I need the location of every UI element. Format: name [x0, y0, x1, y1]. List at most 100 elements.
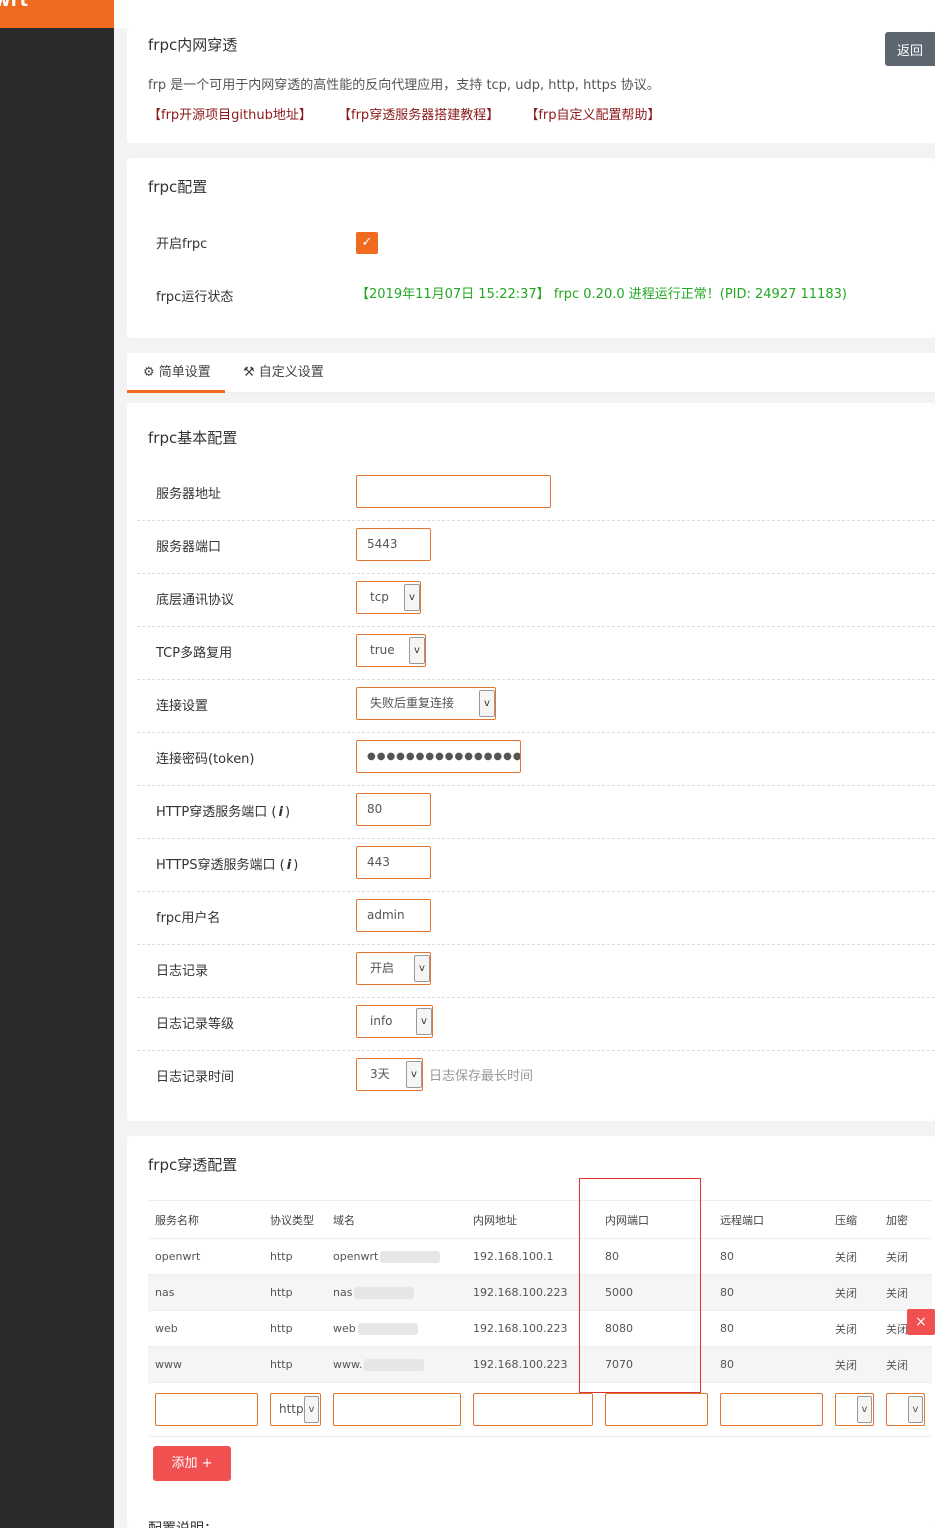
tab-simple-label: 简单设置: [158, 365, 211, 380]
proxy-config-title: frpc穿透配置: [148, 1156, 238, 1174]
proxy-table: 服务名称 协议类型 域名 内网地址 内网端口 远程端口 压缩 加密 openwr…: [148, 1200, 932, 1437]
cell-local-ip: 192.168.100.223: [466, 1346, 598, 1383]
top-bar: [114, 0, 935, 28]
token-input[interactable]: ●●●●●●●●●●●●●●●●: [356, 740, 521, 773]
cell-remote-port: 80: [713, 1238, 828, 1275]
cell-name: openwrt: [148, 1238, 263, 1275]
server-tutorial-link[interactable]: 【frp穿透服务器搭建教程】: [338, 104, 499, 123]
status-label: frpc运行状态: [156, 290, 234, 305]
token-row: 连接密码(token) ●●●●●●●●●●●●●●●●: [137, 733, 935, 786]
table-row: openwrt http openwrt 192.168.100.1 80 80…: [148, 1238, 932, 1275]
add-proxy-button[interactable]: 添加 +: [153, 1446, 231, 1481]
http-port-label-text: HTTP穿透服务端口 (: [156, 805, 277, 820]
server-port-input[interactable]: 5443: [356, 528, 431, 561]
https-port-label: HTTPS穿透服务端口 (i): [156, 839, 298, 892]
tcp-mux-label: TCP多路复用: [156, 646, 233, 661]
tcp-mux-value: true: [370, 643, 395, 657]
chevron-down-icon: v: [479, 690, 495, 717]
col-compress: 压缩: [828, 1200, 879, 1239]
chevron-down-icon: v: [857, 1396, 872, 1423]
new-encrypt-select[interactable]: v: [886, 1393, 925, 1426]
cell-encrypt: 关闭: [879, 1274, 932, 1311]
protocol-row: 底层通讯协议 tcp v: [137, 574, 935, 627]
log-select[interactable]: 开启 v: [356, 952, 431, 985]
col-name: 服务名称: [148, 1200, 263, 1239]
back-button[interactable]: 返回: [885, 32, 935, 66]
col-domain: 域名: [326, 1200, 466, 1239]
logo[interactable]: wrt: [0, 0, 114, 28]
log-row: 日志记录 开启 v: [137, 945, 935, 998]
tab-custom-settings[interactable]: ⚒ 自定义设置: [243, 353, 324, 393]
new-name-input[interactable]: [155, 1393, 258, 1426]
cell-domain: openwrt: [326, 1238, 466, 1275]
cell-domain: web: [326, 1310, 466, 1347]
http-port-input[interactable]: 80: [356, 793, 431, 826]
tab-simple-settings[interactable]: ⚙ 简单设置: [127, 353, 225, 393]
new-local-port-input[interactable]: [605, 1393, 708, 1426]
table-row: nas http nas 192.168.100.223 5000 80 关闭 …: [148, 1274, 932, 1311]
domain-text: www.: [333, 1358, 363, 1371]
custom-config-help-link[interactable]: 【frp自定义配置帮助】: [525, 104, 660, 123]
new-type-select[interactable]: http v: [270, 1393, 321, 1426]
github-link[interactable]: 【frp开源项目github地址】: [148, 104, 312, 123]
log-days-value: 3天: [370, 1067, 390, 1081]
info-icon[interactable]: i: [287, 839, 291, 892]
gear-icon: ⚙: [143, 365, 155, 380]
redacted-area: [354, 1287, 415, 1299]
enable-row: 开启frpc ✓: [137, 218, 935, 271]
new-compress-select[interactable]: v: [835, 1393, 874, 1426]
intro-card: frpc内网穿透 frp 是一个可用于内网穿透的高性能的反向代理应用，支持 tc…: [127, 28, 935, 143]
frpc-config-title: frpc配置: [148, 178, 208, 196]
cell-local-ip: 192.168.100.223: [466, 1310, 598, 1347]
enable-label: 开启frpc: [156, 237, 208, 252]
domain-text: web: [333, 1322, 356, 1335]
info-icon[interactable]: i: [278, 786, 282, 839]
col-type: 协议类型: [263, 1200, 326, 1239]
connect-select[interactable]: 失败后重复连接 v: [356, 687, 496, 720]
table-row: www http www. 192.168.100.223 7070 80 关闭…: [148, 1346, 932, 1383]
settings-tabs: ⚙ 简单设置 ⚒ 自定义设置: [127, 353, 935, 393]
new-local-ip-input[interactable]: [473, 1393, 593, 1426]
new-remote-port-input[interactable]: [720, 1393, 823, 1426]
log-days-select[interactable]: 3天 v: [356, 1058, 423, 1091]
status-text: 【2019年11月07日 15:22:37】 frpc 0.20.0 进程运行正…: [356, 287, 847, 302]
cell-name: nas: [148, 1274, 263, 1311]
new-domain-input[interactable]: [333, 1393, 461, 1426]
enable-checkbox[interactable]: ✓: [356, 232, 378, 254]
cell-type: http: [263, 1346, 326, 1383]
https-port-label-close: ): [293, 858, 299, 873]
intro-description: frp 是一个可用于内网穿透的高性能的反向代理应用，支持 tcp, udp, h…: [148, 78, 660, 93]
cell-name: web: [148, 1310, 263, 1347]
col-local-ip: 内网地址: [466, 1200, 598, 1239]
connect-label: 连接设置: [156, 699, 209, 714]
redacted-area: [357, 1323, 418, 1335]
user-input[interactable]: admin: [356, 899, 431, 932]
config-note-title: 配置说明：: [148, 1518, 218, 1528]
cell-local-port: 8080: [598, 1310, 713, 1347]
log-level-select[interactable]: info v: [356, 1005, 433, 1038]
https-port-input[interactable]: 443: [356, 846, 431, 879]
cell-type: http: [263, 1310, 326, 1347]
cell-local-port: 80: [598, 1238, 713, 1275]
new-proxy-row: http v v v: [148, 1382, 932, 1437]
server-port-label: 服务器端口: [156, 540, 222, 555]
cell-compress: 关闭: [828, 1346, 879, 1383]
server-addr-input[interactable]: [356, 475, 551, 508]
chevron-down-icon: v: [304, 1396, 319, 1423]
user-label: frpc用户名: [156, 911, 221, 926]
log-level-value: info: [370, 1014, 393, 1028]
chevron-down-icon: v: [908, 1396, 923, 1423]
user-row: frpc用户名 admin: [137, 892, 935, 945]
https-port-row: HTTPS穿透服务端口 (i) 443: [137, 839, 935, 892]
cell-name: www: [148, 1346, 263, 1383]
delete-row-button[interactable]: ×: [907, 1309, 935, 1335]
cell-domain: nas: [326, 1274, 466, 1311]
connect-value: 失败后重复连接: [370, 696, 455, 710]
log-days-hint: 日志保存最长时间: [429, 1069, 534, 1084]
protocol-select[interactable]: tcp v: [356, 581, 421, 614]
cell-encrypt: 关闭: [879, 1346, 932, 1383]
server-addr-label: 服务器地址: [156, 487, 222, 502]
tcp-mux-select[interactable]: true v: [356, 634, 426, 667]
connect-row: 连接设置 失败后重复连接 v: [137, 680, 935, 733]
chevron-down-icon: v: [406, 1061, 422, 1088]
